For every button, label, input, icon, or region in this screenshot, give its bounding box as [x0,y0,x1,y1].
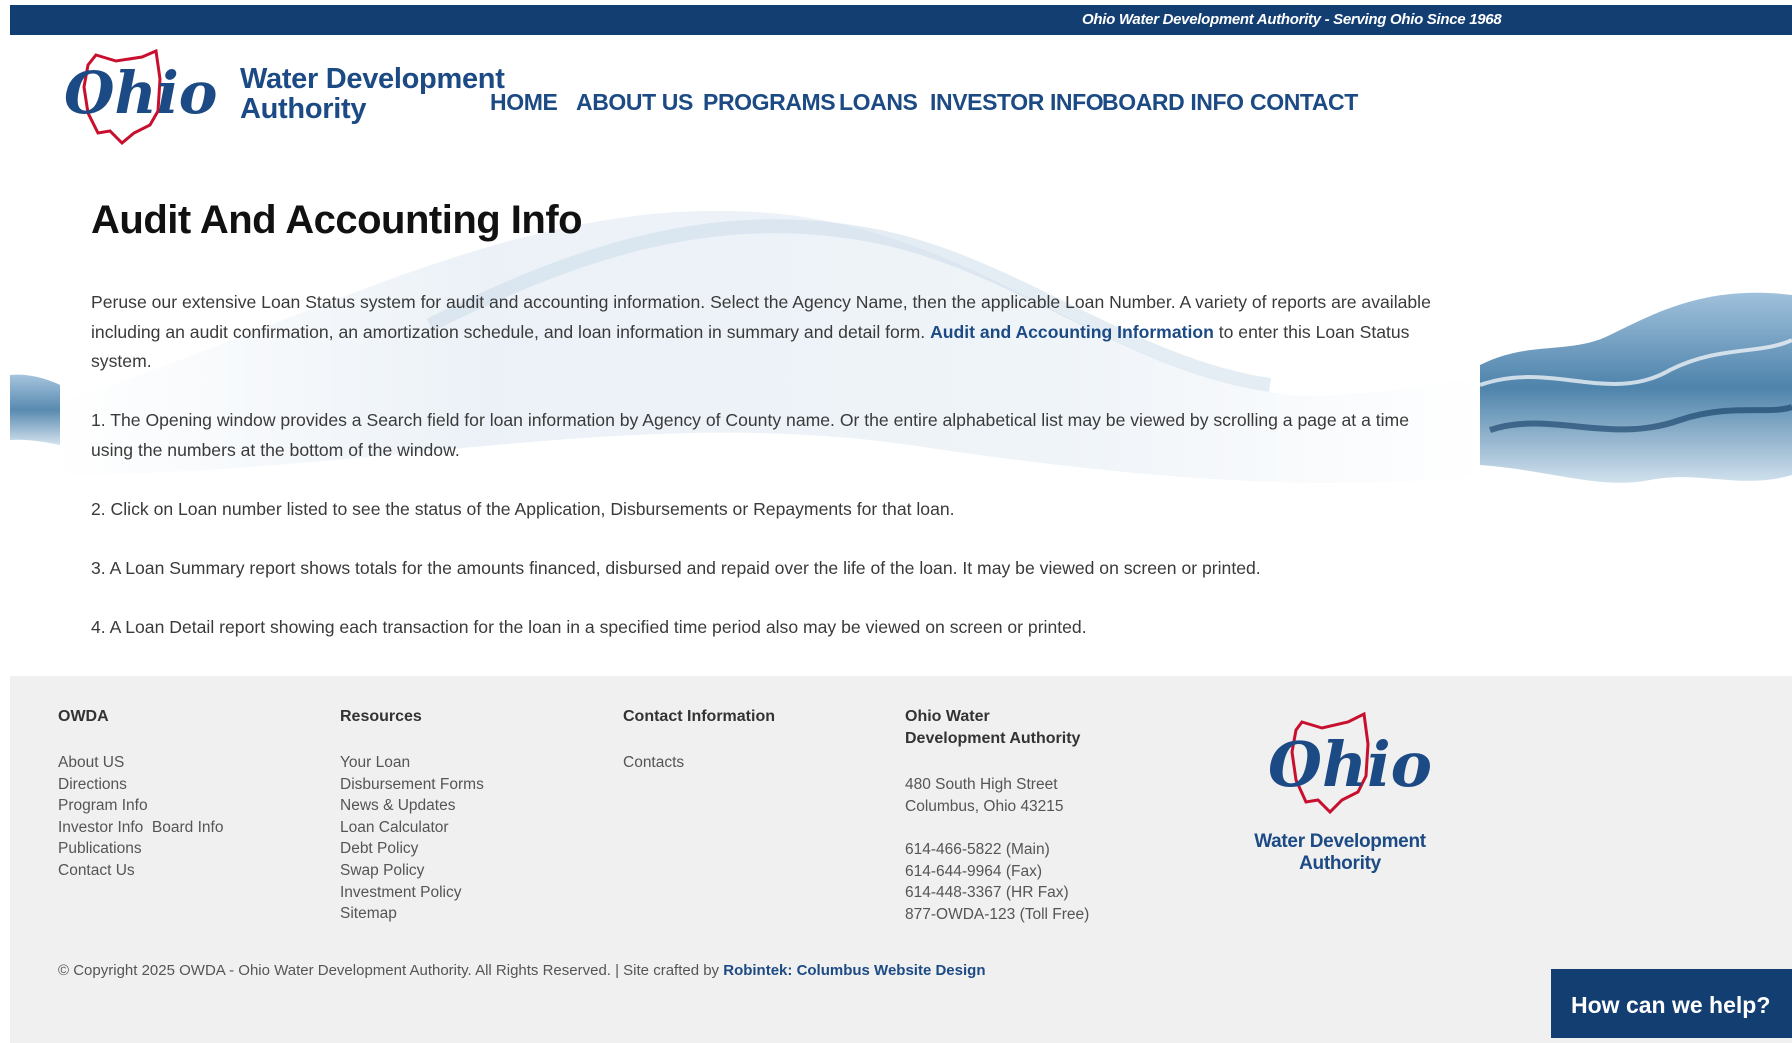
ohio-logo-icon: Ohio [64,49,217,146]
footer-logo-line2: Authority [1299,853,1381,874]
footer-link-board-info[interactable]: Board Info [152,819,224,836]
footer-link-investment-policy[interactable]: Investment Policy [340,882,484,904]
robintek-link[interactable]: Robintek: Columbus Website Design [723,962,985,979]
footer-street: 480 South High Street [905,776,1058,793]
nav-loans[interactable]: LOANS [839,89,918,116]
footer-link-swap-policy[interactable]: Swap Policy [340,860,484,882]
step-2: 2. Click on Loan number listed to see th… [91,498,955,519]
footer-link-contacts[interactable]: Contacts [623,752,775,774]
top-bar: Ohio Water Development Authority - Servi… [10,5,1792,35]
nav-board-info[interactable]: BOARD INFO [1102,89,1244,116]
help-chat-button[interactable]: How can we help? [1551,969,1792,1038]
nav-home[interactable]: HOME [490,89,558,116]
footer-address-heading-2: Development Authority [905,730,1081,747]
footer-link-investor-info[interactable]: Investor Info [58,819,143,836]
page-title: Audit And Accounting Info [91,198,583,242]
copyright-text: © Copyright 2025 OWDA - Ohio Water Devel… [58,962,724,979]
nav-programs[interactable]: PROGRAMS [703,89,836,116]
footer-resources-heading: Resources [340,708,422,725]
nav-about-us[interactable]: ABOUT US [576,89,693,116]
audit-accounting-link[interactable]: Audit and Accounting Information [930,322,1214,342]
footer-link-loan-calculator[interactable]: Loan Calculator [340,817,484,839]
footer-link-sitemap[interactable]: Sitemap [340,903,484,925]
footer-logo-line1: Water Development [1254,831,1426,852]
footer-link-directions[interactable]: Directions [58,774,223,796]
footer-contact-column: Contact Information Contacts [623,706,775,774]
footer-link-your-loan[interactable]: Your Loan [340,752,484,774]
footer-phone-hr-fax: 614-448-3367 (HR Fax) [905,884,1069,902]
footer-contact-heading: Contact Information [623,708,775,725]
logo-emblem-text: Ohio [64,59,217,127]
footer: OWDA About US Directions Program Info In… [10,676,1792,1043]
footer-link-about-us[interactable]: About US [58,752,223,774]
step-1: 1. The Opening window provides a Search … [91,410,1409,460]
footer-city: Columbus, Ohio 43215 [905,797,1064,815]
nav-contact[interactable]: CONTACT [1250,89,1358,116]
footer-link-row: Investor Info Board Info [58,817,223,839]
step-4: 4. A Loan Detail report showing each tra… [91,616,1087,637]
logo-line1: Water Development [240,63,505,95]
footer-resources-column: Resources Your Loan Disbursement Forms N… [340,706,484,925]
footer-link-debt-policy[interactable]: Debt Policy [340,838,484,860]
footer-address-column: Ohio Water Development Authority 480 Sou… [905,706,1089,926]
nav-investor-info[interactable]: INVESTOR INFO [930,89,1104,116]
footer-link-news-updates[interactable]: News & Updates [340,795,484,817]
step-3: 3. A Loan Summary report shows totals fo… [91,557,1261,578]
footer-address-heading-1: Ohio Water [905,708,990,725]
footer-link-disbursement-forms[interactable]: Disbursement Forms [340,774,484,796]
logo-line2: Authority [240,93,367,125]
footer-logo[interactable]: Ohio Water Development Authority [1240,706,1440,876]
main-content: Peruse our extensive Loan Status system … [91,288,1431,672]
footer-logo-emblem-text: Ohio [1268,728,1432,801]
footer-link-program-info[interactable]: Program Info [58,795,223,817]
footer-owda-column: OWDA About US Directions Program Info In… [58,706,223,882]
footer-link-contact-us[interactable]: Contact Us [58,860,223,882]
footer-phone-main: 614-466-5822 (Main) [905,841,1050,859]
footer-phone-fax: 614-644-9964 (Fax) [905,862,1042,880]
copyright: © Copyright 2025 OWDA - Ohio Water Devel… [58,962,985,979]
tagline: Ohio Water Development Authority - Servi… [1082,11,1502,28]
footer-owda-heading: OWDA [58,708,109,725]
page: Ohio Water Development Authority - Servi… [10,5,1792,1043]
footer-link-publications[interactable]: Publications [58,838,223,860]
ohio-footer-logo-icon: Ohio [1268,711,1432,815]
footer-phone-toll-free: 877-OWDA-123 (Toll Free) [905,905,1090,923]
intro-paragraph: Peruse our extensive Loan Status system … [91,288,1431,377]
site-logo[interactable]: Ohio Water Development Authority [58,49,505,149]
